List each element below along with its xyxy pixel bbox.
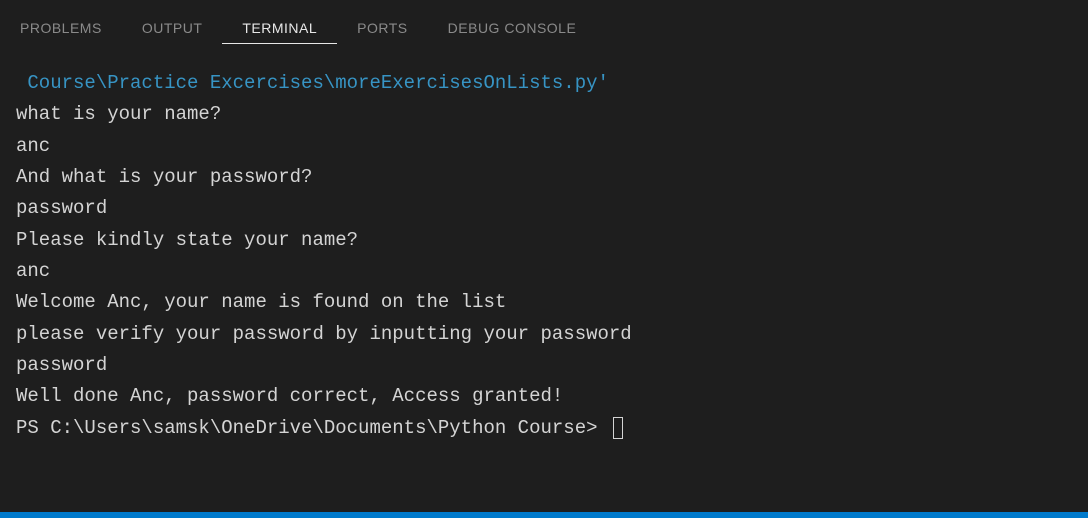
terminal-cursor [613, 417, 623, 439]
terminal-line: Welcome Anc, your name is found on the l… [16, 287, 1072, 318]
terminal-path-line: Course\Practice Excercises\moreExercises… [16, 68, 1072, 99]
tab-problems[interactable]: PROBLEMS [0, 12, 122, 44]
terminal-line: And what is your password? [16, 162, 1072, 193]
terminal-line: password [16, 350, 1072, 381]
panel-tab-bar: PROBLEMS OUTPUT TERMINAL PORTS DEBUG CON… [0, 0, 1088, 48]
status-bar[interactable] [0, 512, 1088, 518]
terminal-line: what is your name? [16, 99, 1072, 130]
terminal-line: Well done Anc, password correct, Access … [16, 381, 1072, 412]
tab-debug-console[interactable]: DEBUG CONSOLE [428, 12, 597, 44]
tab-terminal[interactable]: TERMINAL [222, 12, 337, 44]
terminal-line: password [16, 193, 1072, 224]
terminal-prompt: PS C:\Users\samsk\OneDrive\Documents\Pyt… [16, 413, 609, 444]
terminal-line: please verify your password by inputting… [16, 319, 1072, 350]
terminal-prompt-line: PS C:\Users\samsk\OneDrive\Documents\Pyt… [16, 413, 1072, 444]
terminal-line: anc [16, 256, 1072, 287]
terminal-output[interactable]: Course\Practice Excercises\moreExercises… [0, 48, 1088, 444]
terminal-line: Please kindly state your name? [16, 225, 1072, 256]
terminal-line: anc [16, 131, 1072, 162]
tab-output[interactable]: OUTPUT [122, 12, 223, 44]
tab-ports[interactable]: PORTS [337, 12, 427, 44]
